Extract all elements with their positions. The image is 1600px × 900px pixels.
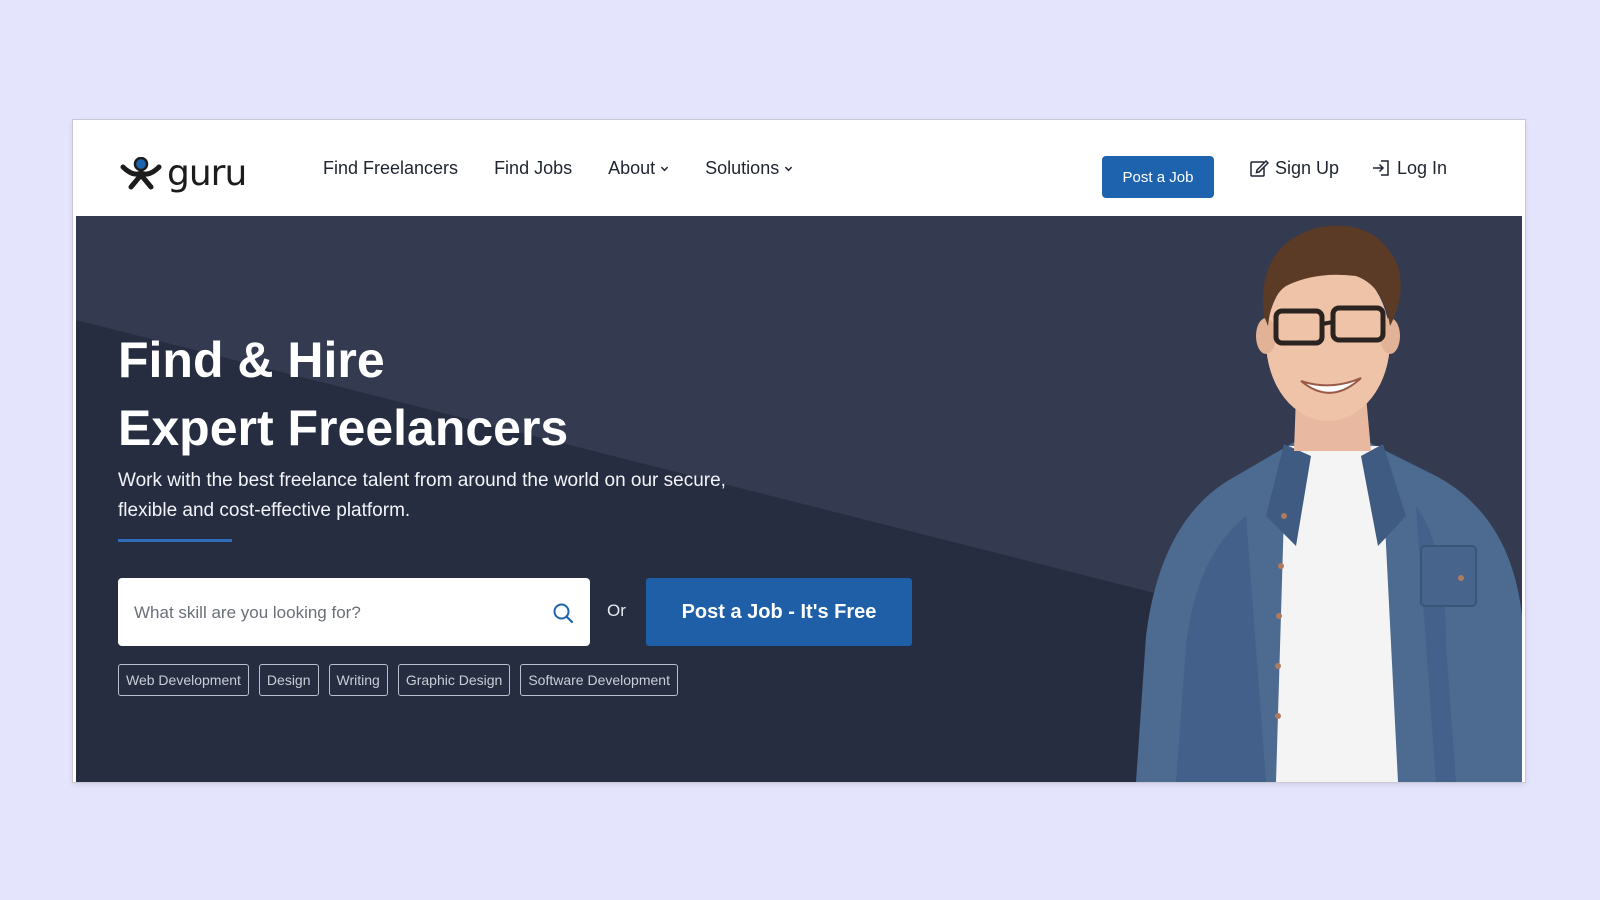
top-navigation: guru Find Freelancers Find Jobs About So… [73, 120, 1525, 216]
tag-design[interactable]: Design [258, 664, 319, 696]
hero-subtitle-line-1: Work with the best freelance talent from… [118, 470, 726, 491]
sign-up-link[interactable]: Sign Up [1249, 120, 1339, 216]
popular-skill-tags: Web Development Design Writing Graphic D… [118, 664, 678, 696]
hero-subtitle: Work with the best freelance talent from… [118, 466, 818, 526]
nav-about-label: About [608, 157, 656, 178]
nav-find-freelancers-label: Find Freelancers [323, 157, 459, 178]
search-icon[interactable] [552, 602, 574, 624]
accent-divider [118, 539, 232, 542]
guru-logo[interactable]: guru [119, 156, 269, 192]
skill-search-input[interactable] [132, 578, 536, 648]
nav-about-dropdown[interactable]: About [608, 158, 669, 179]
chevron-down-icon [785, 166, 793, 171]
edit-icon [1250, 159, 1269, 177]
or-separator: Or [607, 601, 626, 620]
nav-solutions-label: Solutions [705, 157, 780, 178]
hero-title: Find & Hire Expert Freelancers [118, 326, 568, 462]
sign-up-label: Sign Up [1275, 157, 1340, 178]
nav-find-freelancers[interactable]: Find Freelancers [323, 158, 458, 179]
browser-frame: guru Find Freelancers Find Jobs About So… [73, 120, 1525, 782]
log-in-link[interactable]: Log In [1371, 120, 1447, 216]
nav-solutions-dropdown[interactable]: Solutions [705, 158, 793, 179]
nav-find-jobs[interactable]: Find Jobs [494, 158, 572, 179]
tag-writing[interactable]: Writing [328, 664, 388, 696]
tag-software-development[interactable]: Software Development [520, 664, 678, 696]
tag-graphic-design[interactable]: Graphic Design [397, 664, 511, 696]
nav-links: Find Freelancers Find Jobs About Solutio… [323, 120, 793, 216]
logo-wordmark: guru [167, 153, 247, 194]
post-a-job-button[interactable]: Post a Job [1102, 156, 1214, 198]
hero-title-line-1: Find & Hire [118, 332, 385, 388]
guru-logo-icon [120, 157, 162, 190]
hero-title-line-2: Expert Freelancers [118, 400, 569, 456]
skill-search-box [118, 578, 590, 648]
nav-find-jobs-label: Find Jobs [494, 157, 573, 178]
login-icon [1373, 160, 1389, 176]
post-a-job-free-button[interactable]: Post a Job - It's Free [646, 578, 912, 646]
hero-person-image [1136, 225, 1522, 782]
log-in-label: Log In [1397, 157, 1448, 178]
tag-web-development[interactable]: Web Development [118, 664, 249, 696]
hero-section: Find & Hire Expert Freelancers Work with… [76, 216, 1522, 782]
chevron-down-icon [660, 166, 669, 171]
hero-subtitle-line-2: flexible and cost-effective platform. [118, 500, 411, 521]
